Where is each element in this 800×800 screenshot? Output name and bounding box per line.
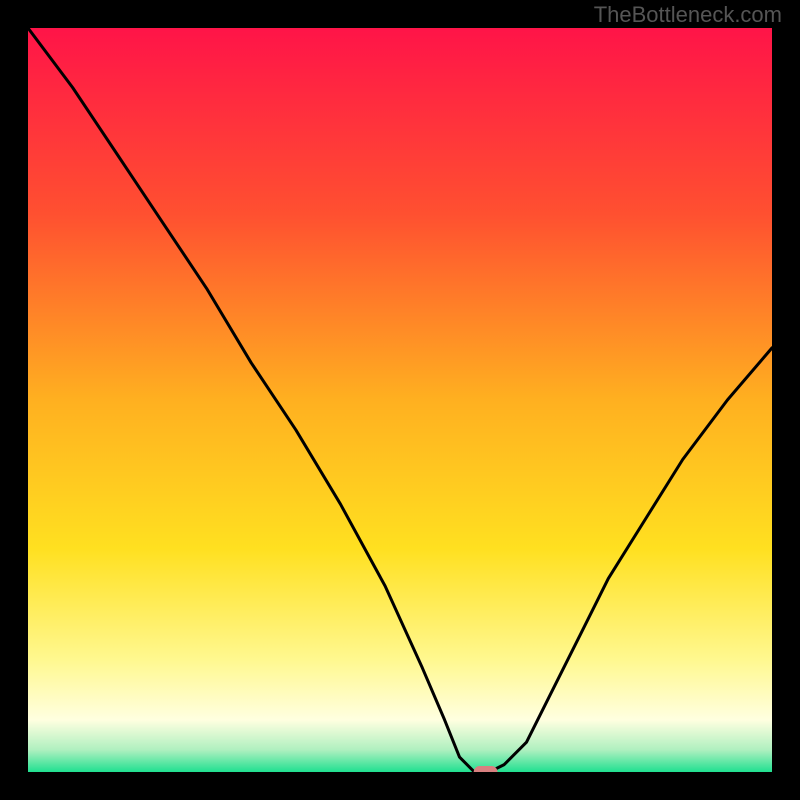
chart-container: TheBottleneck.com bbox=[0, 0, 800, 800]
marker-group bbox=[474, 766, 498, 772]
plot-area bbox=[28, 28, 772, 772]
optimum-marker bbox=[474, 766, 498, 772]
gradient-background bbox=[28, 28, 772, 772]
chart-svg bbox=[28, 28, 772, 772]
watermark-text: TheBottleneck.com bbox=[594, 2, 782, 28]
